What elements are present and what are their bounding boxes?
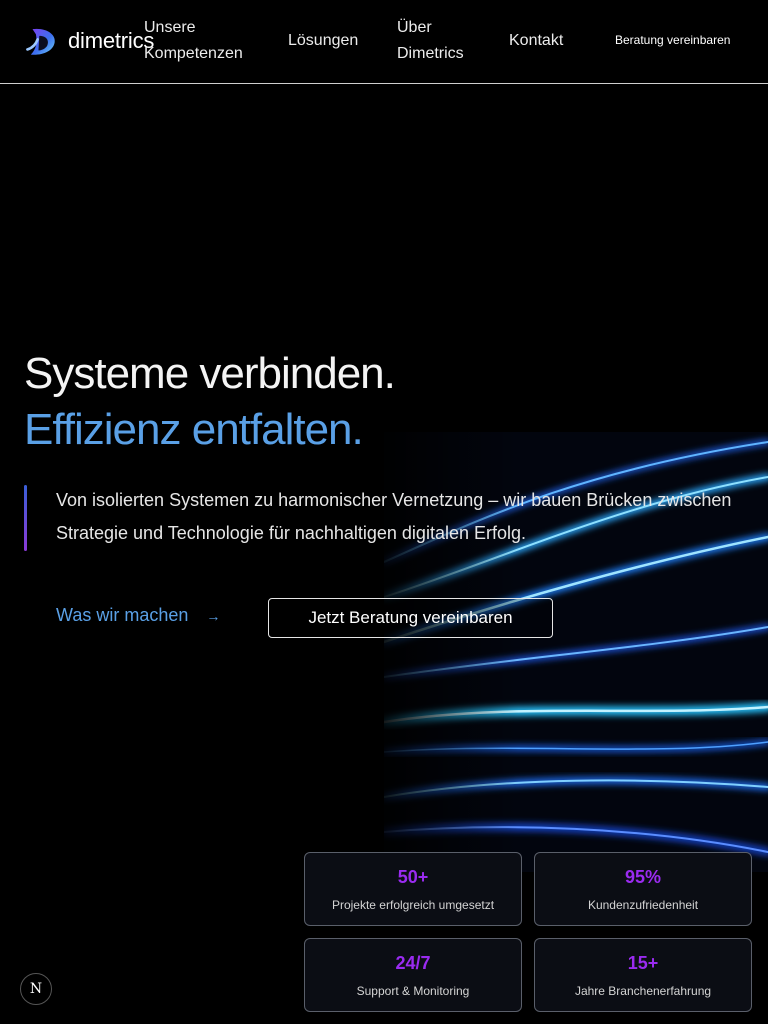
consultation-button[interactable]: Jetzt Beratung vereinbaren (268, 598, 553, 638)
nav-item-ueber[interactable]: Über Dimetrics (397, 15, 477, 67)
stat-value: 24/7 (395, 953, 431, 973)
site-header: dimetrics Unsere Kompetenzen Lösungen Üb… (0, 0, 768, 84)
what-we-do-label: Was wir machen (56, 605, 189, 625)
logo-link[interactable]: dimetrics (24, 24, 154, 58)
stat-value: 50+ (397, 867, 429, 887)
hero-title: Systeme verbinden. Effizienz entfalten. (24, 346, 396, 458)
hero-subtitle: Von isolierten Systemen zu harmonischer … (56, 490, 732, 543)
stat-card-projects: 50+ Projekte erfolgreich umgesetzt (304, 852, 522, 926)
stat-card-support: 24/7 Support & Monitoring (304, 938, 522, 1012)
next-n-icon[interactable]: N (20, 973, 52, 1005)
stat-card-experience: 15+ Jahre Branchenerfahrung (534, 938, 752, 1012)
logo-text: dimetrics (68, 28, 155, 53)
arrow-right-icon: → (206, 607, 221, 624)
hero-title-line-2: Effizienz entfalten. (24, 405, 364, 454)
subtitle-accent-bar (24, 485, 27, 551)
header-cta-link[interactable]: Beratung vereinbaren (615, 33, 730, 47)
stat-label: Jahre Branchenerfahrung (574, 984, 712, 998)
stat-label: Kundenzufriedenheit (587, 898, 699, 912)
n-badge-letter: N (29, 981, 43, 997)
nav-item-kompetenzen[interactable]: Unsere Kompetenzen (144, 15, 254, 67)
nav-item-loesungen[interactable]: Lösungen (288, 28, 358, 54)
nav-item-kontakt[interactable]: Kontakt (509, 28, 563, 54)
stat-value: 95% (624, 867, 662, 887)
dimetrics-logo-icon (26, 28, 55, 55)
stat-label: Projekte erfolgreich umgesetzt (331, 898, 495, 912)
stat-value: 15+ (627, 953, 659, 973)
what-we-do-link[interactable]: Was wir machen → (56, 605, 220, 626)
stat-label: Support & Monitoring (356, 984, 470, 998)
hero-title-line-1: Systeme verbinden. (24, 349, 396, 398)
stat-card-satisfaction: 95% Kundenzufriedenheit (534, 852, 752, 926)
